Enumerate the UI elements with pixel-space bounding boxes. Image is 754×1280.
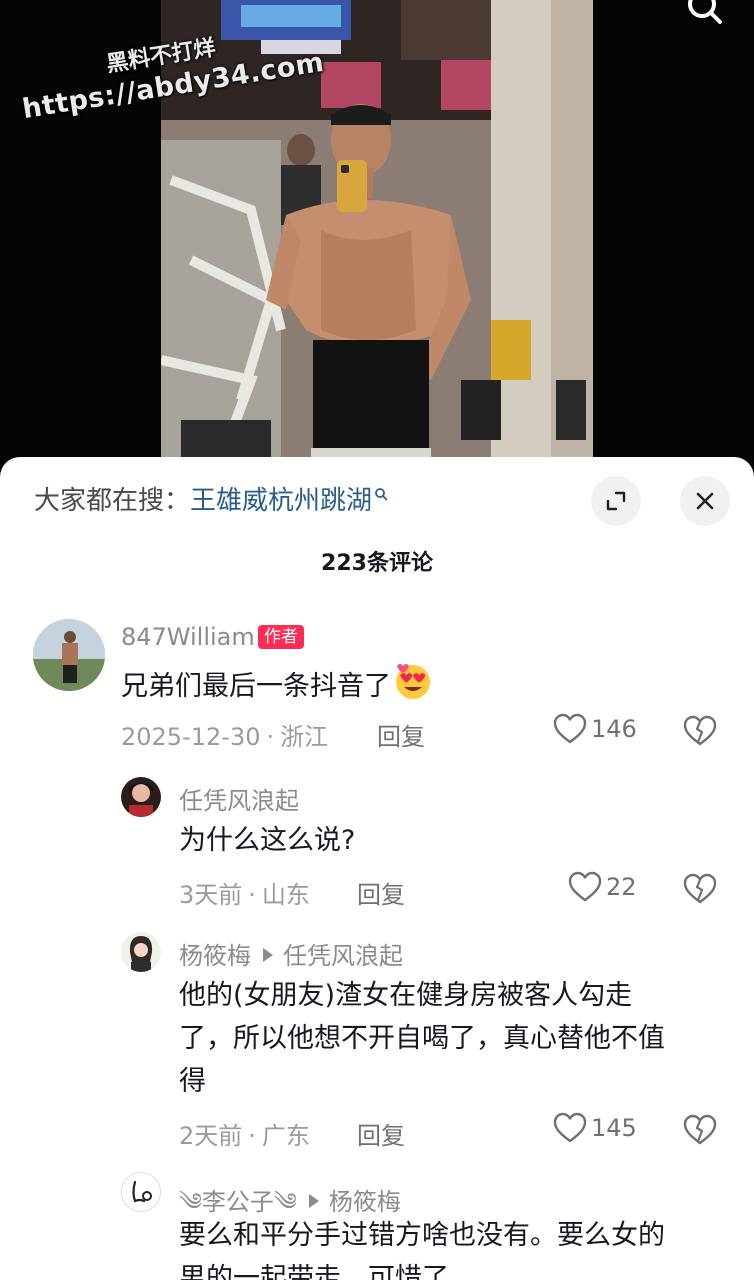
comment-text-line: 要么和平分手过错方啥也没有。要么女的 [179, 1220, 665, 1251]
comment-location: 广东 [261, 1122, 310, 1150]
broken-heart-icon[interactable] [683, 714, 717, 748]
reply-button[interactable]: 回复 [377, 717, 425, 752]
video-player[interactable]: 黑料不打烊 https://abdy34.com [0, 0, 754, 470]
comment-meta: 2天前 · 广东 [179, 1116, 310, 1151]
comments-sheet: 大家都在搜：王雄威杭州跳湖 223条评论 847William 作者 兄弟们最后… [0, 457, 754, 1280]
reply-target[interactable]: 杨筱梅 [329, 1188, 401, 1216]
comment-author[interactable]: ༄李公子༄ [179, 1188, 297, 1216]
comment-text: 要么和平分手过错方啥也没有。要么女的 男的一起带走，可惜了 [179, 1214, 739, 1280]
comment-author[interactable]: 任凭风浪起 [179, 781, 299, 816]
comment-text-line: 他的(女朋友)渣女在健身房被客人勾走 [179, 980, 633, 1011]
broken-heart-icon[interactable] [683, 1113, 717, 1147]
comment-text-content: 兄弟们最后一条抖音了 [121, 671, 391, 702]
avatar-image [121, 777, 161, 817]
search-small-icon [375, 488, 388, 501]
search-icon[interactable] [682, 0, 728, 26]
comment-date: 2025-12-30 [121, 723, 261, 751]
author-badge: 作者 [258, 625, 304, 649]
heart-outline-icon [568, 871, 602, 902]
like-count: 22 [606, 873, 637, 901]
avatar[interactable] [121, 1172, 161, 1212]
comment-date: 2天前 [179, 1122, 243, 1150]
like-count: 145 [591, 1114, 637, 1142]
reply-button[interactable]: 回复 [357, 1116, 405, 1151]
hot-search-bar[interactable]: 大家都在搜：王雄威杭州跳湖 [34, 485, 388, 517]
expand-icon [606, 491, 626, 511]
expand-button[interactable] [591, 476, 641, 526]
meta-separator: · [248, 881, 256, 909]
avatar[interactable] [33, 619, 105, 691]
comment-meta: 3天前 · 山东 [179, 875, 310, 910]
close-icon [696, 492, 714, 510]
heart-outline-icon [553, 713, 587, 744]
reply-arrow-icon [308, 1194, 319, 1208]
comment-meta: 2025-12-30 · 浙江 [121, 717, 328, 752]
comment-count: 223条评论 [321, 551, 433, 576]
comment-location: 山东 [261, 881, 310, 909]
comment-text-line: 了，所以他想不开自喝了，真心替他不值 [179, 1023, 665, 1054]
like-count: 146 [591, 715, 637, 743]
reply-arrow-icon [263, 948, 273, 962]
reply-item: ༄李公子༄ 杨筱梅 要么和平分手过错方啥也没有。要么女的 男的一起带走，可惜了 [0, 1172, 754, 1280]
comment-text: 兄弟们最后一条抖音了 [121, 661, 721, 708]
comment-location: 浙江 [280, 723, 329, 751]
like-button[interactable]: 146 [553, 713, 637, 745]
comment-item: 847William 作者 兄弟们最后一条抖音了 2025-12-30 · 浙江 回… [0, 619, 754, 769]
heart-outline-icon [553, 1112, 587, 1143]
like-button[interactable]: 22 [568, 871, 637, 903]
avatar-image [121, 932, 161, 972]
comment-text-line: 得 [179, 1066, 206, 1097]
meta-separator: · [248, 1122, 256, 1150]
comment-text: 他的(女朋友)渣女在健身房被客人勾走 了，所以他想不开自喝了，真心替他不值 得 [179, 974, 739, 1103]
comment-date: 3天前 [179, 881, 243, 909]
comment-text-line: 男的一起带走，可惜了 [179, 1263, 449, 1280]
avatar[interactable] [121, 777, 161, 817]
broken-heart-icon[interactable] [683, 872, 717, 906]
reply-item: 杨筱梅 任凭风浪起 他的(女朋友)渣女在健身房被客人勾走 了，所以他想不开自喝了，… [0, 932, 754, 1152]
reply-target[interactable]: 任凭风浪起 [283, 942, 403, 970]
hot-search-term[interactable]: 王雄威杭州跳湖 [190, 486, 372, 516]
comment-author[interactable]: 杨筱梅 [179, 942, 251, 970]
avatar-image [33, 619, 105, 691]
app-screen: 黑料不打烊 https://abdy34.com 大家都在搜：王雄威杭州跳湖 2… [0, 0, 754, 1280]
heart-eyes-emoji [396, 664, 430, 699]
avatar-image [122, 1173, 160, 1211]
reply-button[interactable]: 回复 [357, 875, 405, 910]
close-button[interactable] [680, 476, 730, 526]
reply-item: 任凭风浪起 为什么这么说? 3天前 · 山东 回复 22 [0, 777, 754, 917]
like-button[interactable]: 145 [553, 1112, 637, 1144]
hot-search-prefix: 大家都在搜： [34, 486, 191, 516]
comment-author[interactable]: 847William [121, 623, 255, 651]
reply-header: 杨筱梅 任凭风浪起 [179, 936, 403, 971]
avatar[interactable] [121, 932, 161, 972]
meta-separator: · [266, 723, 275, 751]
comment-text: 为什么这么说? [179, 825, 356, 856]
